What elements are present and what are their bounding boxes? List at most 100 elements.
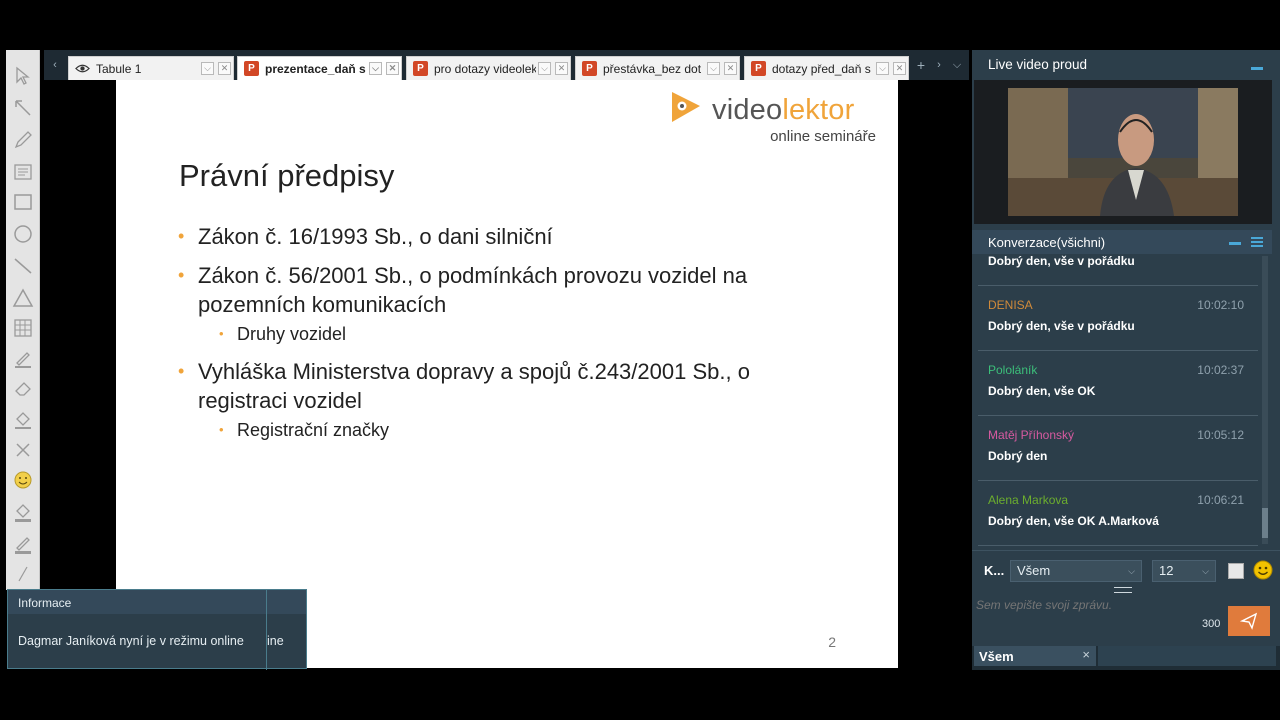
text-color-picker[interactable] xyxy=(1228,563,1244,579)
powerpoint-icon: P xyxy=(582,61,597,76)
font-size-select[interactable]: 12 ⌵ xyxy=(1152,560,1216,582)
tabs-list-button[interactable]: ⌵ xyxy=(950,58,964,72)
recipient-select[interactable]: Všem ⌵ xyxy=(1010,560,1142,582)
tab-label: prezentace_daň s xyxy=(265,61,366,76)
arrow-line-icon[interactable] xyxy=(9,94,37,122)
chat-scrollbar[interactable] xyxy=(1262,256,1268,544)
tab-dropdown-button[interactable]: ⌵ xyxy=(876,62,889,75)
minimize-video-button[interactable] xyxy=(1251,67,1263,70)
tabs-next-button[interactable]: › xyxy=(932,58,946,72)
tab-label: přestávka_bez dot xyxy=(603,61,702,76)
add-tab-button[interactable]: + xyxy=(914,58,928,72)
line-color-icon[interactable] xyxy=(9,530,37,558)
bullet-line: Vyhláška Ministerstva dopravy a spojů č.… xyxy=(198,359,750,384)
chat-message: DENISA 10:02:10 Dobrý den, vše v pořádku xyxy=(978,286,1258,351)
presenter-video-image xyxy=(1008,88,1238,216)
bullet-marker: • xyxy=(178,226,185,246)
bullet-line: pozemních komunikacích xyxy=(198,292,447,317)
bullet-line: Zákon č. 16/1993 Sb., o dani silniční xyxy=(198,224,553,249)
message-author: DENISA xyxy=(988,298,1033,312)
close-tab-button[interactable]: × xyxy=(1082,647,1090,662)
tab-prezentace[interactable]: P prezentace_daň s ⌵ ✕ xyxy=(237,56,402,80)
delete-cross-icon[interactable] xyxy=(9,436,37,464)
emoji-picker-icon[interactable] xyxy=(1253,560,1273,580)
bullet-line: Zákon č. 56/2001 Sb., o podmínkách provo… xyxy=(198,263,748,288)
tabs-prev-button[interactable]: ‹ xyxy=(48,58,62,72)
videolektor-logo: videolektor online semináře xyxy=(666,88,878,148)
message-author: Alena Markova xyxy=(988,493,1069,507)
tab-label: Všem xyxy=(979,649,1014,664)
logo-word-accent: lektor xyxy=(782,94,855,126)
logo-wordmark: videolektor xyxy=(712,94,854,127)
message-text: Dobrý den, vše v pořádku xyxy=(988,319,1135,333)
line-icon[interactable] xyxy=(9,252,37,280)
message-time: 10:06:21 xyxy=(1197,493,1244,507)
tab-label: pro dotazy videolek xyxy=(434,61,536,76)
send-icon xyxy=(1240,612,1258,630)
resize-handle-icon[interactable] xyxy=(1114,587,1132,593)
tab-close-button[interactable]: ✕ xyxy=(555,62,568,75)
slide-bullet: • Vyhláška Ministerstva dopravy a spojů … xyxy=(178,357,750,415)
tab-close-button[interactable]: ✕ xyxy=(893,62,906,75)
pencil-icon[interactable] xyxy=(9,126,37,154)
info-header: Informace xyxy=(8,590,306,614)
text-box-icon[interactable] xyxy=(9,158,37,186)
message-text: Dobrý den, vše v pořádku xyxy=(988,254,1135,268)
chat-message-list[interactable]: Dobrý den, vše v pořádku DENISA 10:02:10… xyxy=(978,254,1258,546)
video-panel-title: Live video proud xyxy=(988,57,1088,72)
slide-page-number: 2 xyxy=(828,634,836,650)
tab-dropdown-button[interactable]: ⌵ xyxy=(369,62,382,75)
smiley-stamp-icon[interactable] xyxy=(9,466,37,494)
info-message: Dagmar Janíková nyní je v režimu online xyxy=(18,634,244,648)
eye-icon xyxy=(75,64,90,73)
char-counter: 300 xyxy=(1202,618,1221,630)
tab-dotazy-pred[interactable]: P dotazy před_daň s ⌵ ✕ xyxy=(744,56,909,80)
logo-word-plain: video xyxy=(712,94,783,126)
tab-pro-dotazy[interactable]: P pro dotazy videolek ⌵ ✕ xyxy=(406,56,571,80)
tab-strip-filler xyxy=(1098,646,1276,666)
slide-bullet: • Zákon č. 56/2001 Sb., o podmínkách pro… xyxy=(178,261,748,319)
tab-dropdown-button[interactable]: ⌵ xyxy=(538,62,551,75)
rectangle-icon[interactable] xyxy=(9,188,37,216)
highlighter-icon[interactable] xyxy=(9,344,37,372)
powerpoint-icon: P xyxy=(244,61,259,76)
recipient-label: K... xyxy=(984,563,1005,578)
bullet-line: registraci vozidel xyxy=(198,388,362,413)
chat-header: Konverzace(všichni) xyxy=(972,230,1272,254)
slide-sub-bullet: • Druhy vozidel xyxy=(219,322,346,346)
message-time: 10:02:10 xyxy=(1197,298,1244,312)
tab-prestavka[interactable]: P přestávka_bez dot ⌵ ✕ xyxy=(575,56,740,80)
chat-menu-icon[interactable] xyxy=(1251,236,1263,248)
tab-label: Tabule 1 xyxy=(96,61,142,76)
line-width-icon[interactable] xyxy=(9,560,37,588)
fill-color-icon[interactable] xyxy=(9,498,37,526)
info-notification[interactable]: Informace Dagmar Janíková nyní je v reži… xyxy=(7,589,307,670)
sub-bullet-text: Registrační značky xyxy=(237,420,390,440)
right-sidebar: Live video proud Konverzace(všichni) Dob… xyxy=(972,50,1280,670)
fill-bucket-icon[interactable] xyxy=(9,406,37,434)
chat-scrollbar-thumb[interactable] xyxy=(1262,508,1268,538)
slide: videolektor online semináře Právní předp… xyxy=(116,80,898,668)
tab-close-button[interactable]: ✕ xyxy=(218,62,231,75)
tab-dropdown-button[interactable]: ⌵ xyxy=(201,62,214,75)
bullet-marker: • xyxy=(178,265,185,285)
tab-dropdown-button[interactable]: ⌵ xyxy=(707,62,720,75)
send-button[interactable] xyxy=(1228,606,1270,636)
chat-message: Matěj Příhonský 10:05:12 Dobrý den xyxy=(978,416,1258,481)
tab-vsem[interactable]: Všem × xyxy=(974,646,1096,666)
tab-close-button[interactable]: ✕ xyxy=(386,62,399,75)
live-video-stream[interactable] xyxy=(1008,88,1238,216)
recipient-value: Všem xyxy=(1017,563,1051,578)
tab-tabule-1[interactable]: Tabule 1 ⌵ ✕ xyxy=(68,56,234,80)
tab-close-button[interactable]: ✕ xyxy=(724,62,737,75)
ellipse-icon[interactable] xyxy=(9,220,37,248)
grid-table-icon[interactable] xyxy=(9,314,37,342)
minimize-chat-button[interactable] xyxy=(1229,242,1241,245)
chat-message: Alena Markova 10:06:21 Dobrý den, vše OK… xyxy=(978,481,1258,546)
select-pointer-icon[interactable] xyxy=(9,62,37,90)
triangle-icon[interactable] xyxy=(9,284,37,312)
message-text: Dobrý den xyxy=(988,449,1048,463)
message-input[interactable] xyxy=(976,598,1220,642)
eraser-icon[interactable] xyxy=(9,374,37,402)
chat-compose-options: K... Všem ⌵ 12 ⌵ xyxy=(972,550,1280,592)
